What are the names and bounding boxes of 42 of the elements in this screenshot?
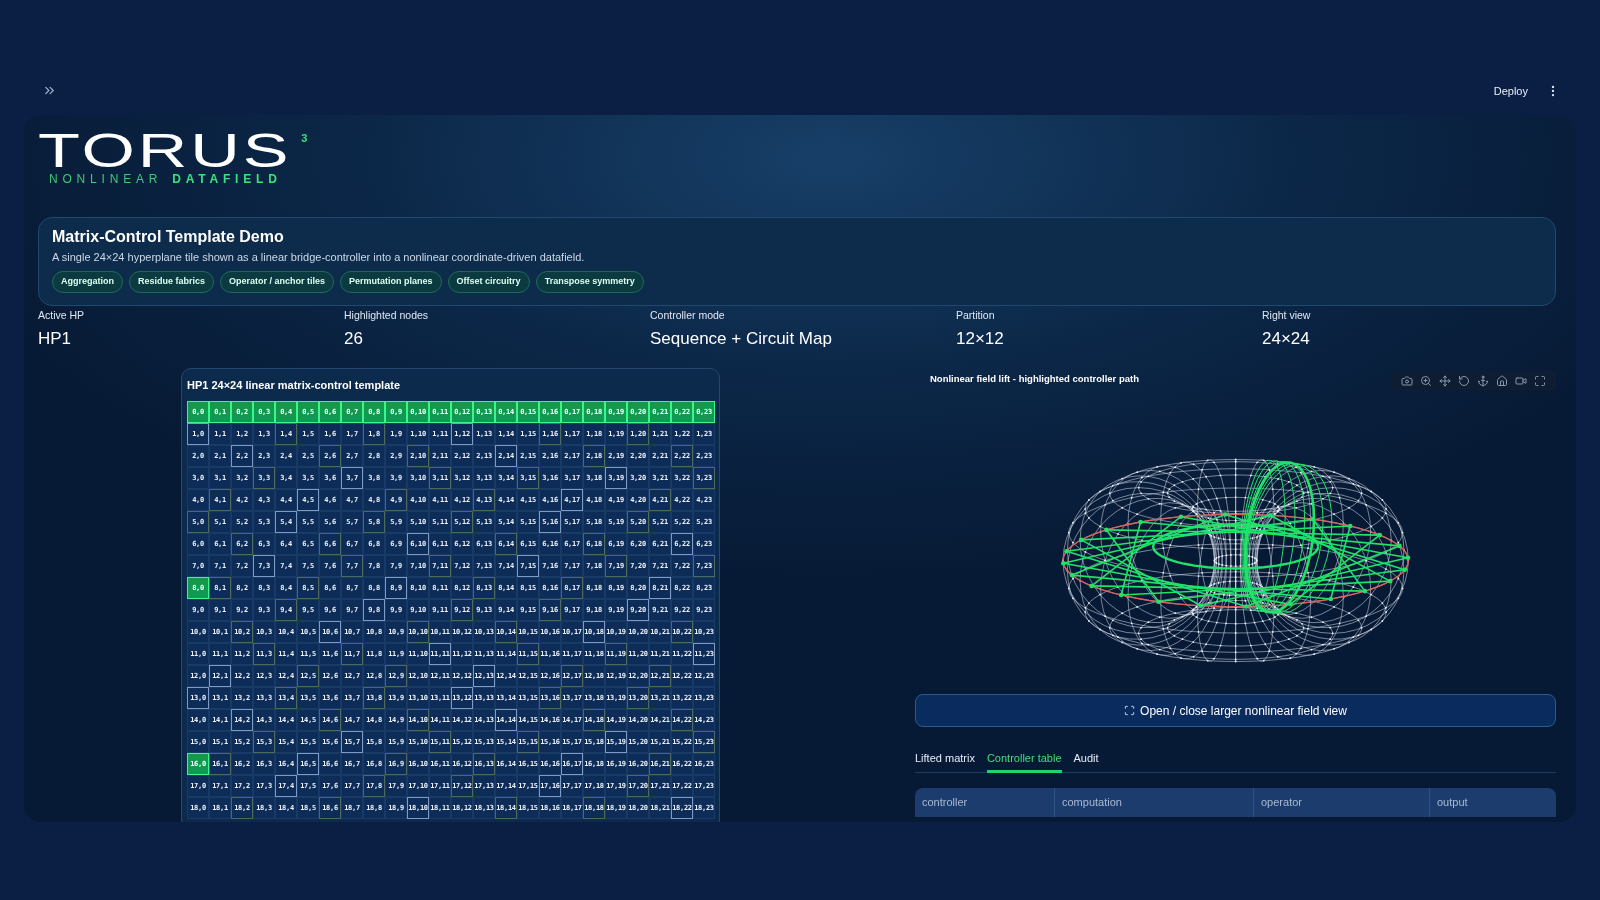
view-tab[interactable]: Controller table [986,745,1062,773]
video-camera-icon[interactable] [1515,374,1527,387]
stat-label: Partition [956,309,995,321]
stat-value: Sequence + Circuit Map [650,328,832,350]
column-header: computation [1061,795,1123,811]
column-header: operator [1260,795,1303,811]
logo-superscript: 3 [301,133,308,144]
intro-title: Matrix-Control Template Demo [52,227,285,247]
stat-value: HP1 [38,328,72,350]
stat-label: Right view [1262,309,1311,321]
topic-tag: Transpose symmetry [535,271,644,293]
stat-label: Active HP [38,309,85,321]
anchor-icon[interactable] [1477,374,1489,387]
column-header: output [1436,795,1469,811]
matrix-title: HP1 24×24 linear matrix-control template [187,378,402,393]
zoom-icon[interactable] [1420,374,1432,387]
plot-title: Nonlinear field lift - highlighted controller path [930,372,1139,385]
stat-label: Controller mode [650,309,725,321]
stat-label: Highlighted nodes [344,309,429,321]
stat-value: 24×24 [1262,328,1310,350]
deploy-button[interactable]: Deploy [1489,83,1532,99]
stat-value: 26 [344,328,363,350]
logo-tagline: DATAFIELD [172,173,282,185]
topic-tag: Offset circuitry [447,271,530,293]
column-header: controller [921,795,969,811]
intro-description: A single 24×24 hyperplane tile shown as a linear bridge-controller into a nonlinear coordinate-driven datafield. [52,250,586,264]
view-tab[interactable]: Audit [1073,745,1099,773]
topic-tag: Operator / anchor tiles [220,271,335,293]
logo-tagline: NONLINEAR [49,173,163,185]
camera-icon[interactable] [1401,374,1413,387]
rotate-icon[interactable] [1458,374,1470,387]
toggle-field-view-button[interactable]: Open / close larger nonlinear field view [915,694,1556,727]
topic-tag: Aggregation [52,271,123,293]
home-icon[interactable] [1496,374,1508,387]
topic-tag: Permutation planes [340,271,442,293]
topic-tag: Residue fabrics [129,271,215,293]
logo-wordmark: TORUS [38,131,292,171]
view-tab[interactable]: Lifted matrix [915,745,975,773]
expand-icon [1124,705,1136,716]
fullscreen-icon[interactable] [1534,374,1546,387]
pan-icon[interactable] [1439,374,1451,387]
stat-value: 12×12 [956,328,1004,350]
